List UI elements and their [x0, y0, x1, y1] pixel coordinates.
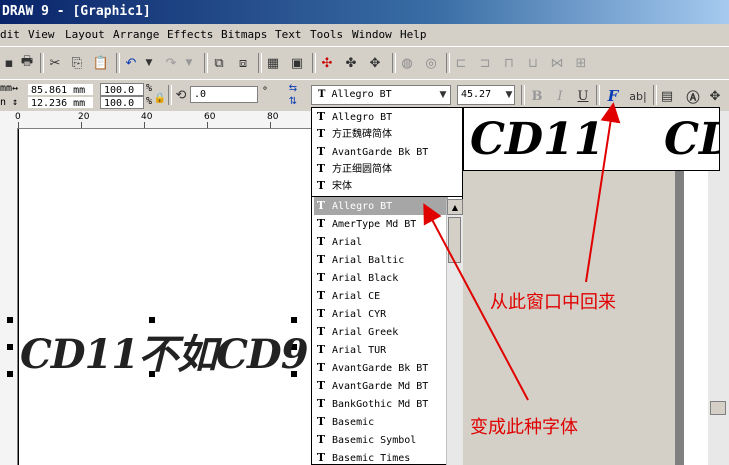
annotation-back-from-window: 从此窗口中回来 — [490, 292, 616, 313]
annotation-arrow — [585, 102, 621, 283]
annotation-arrows — [423, 102, 621, 401]
annotation-becomes-font: 变成此种字体 — [470, 417, 578, 438]
